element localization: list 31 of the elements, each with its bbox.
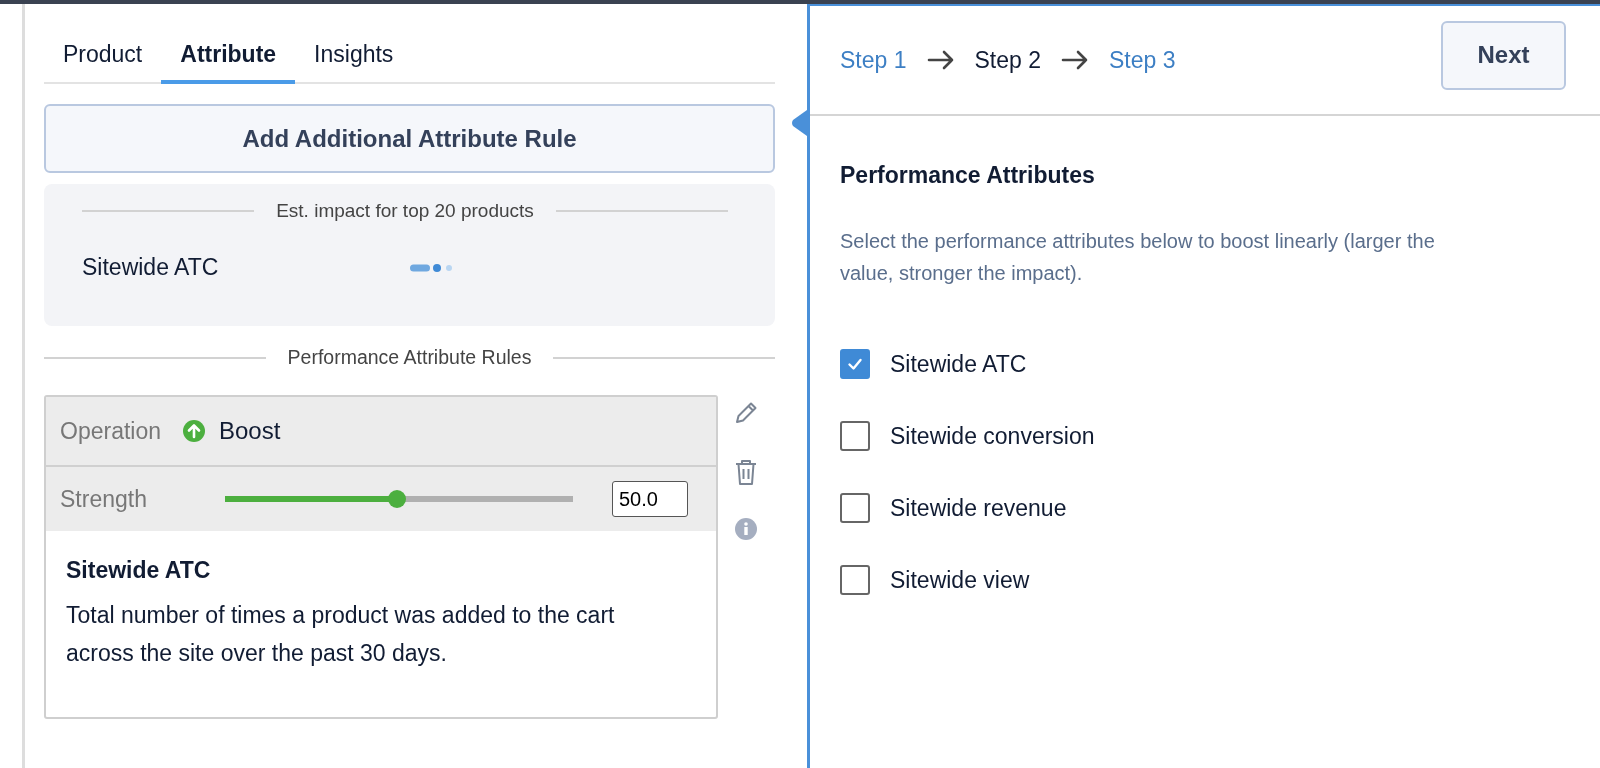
tab[interactable]: Attribute xyxy=(161,41,296,84)
attribute-name: Sitewide ATC xyxy=(82,254,220,281)
checkbox-label: Sitewide view xyxy=(890,566,1030,594)
arrow-right-icon xyxy=(926,50,955,70)
section-description: Select the performance attributes below to boost linearly (larger the value, stronger the impact). xyxy=(840,229,1436,286)
arrow-right-icon xyxy=(1061,50,1089,70)
checkbox[interactable] xyxy=(840,565,870,595)
strength-label: Strength xyxy=(60,485,148,513)
checkbox-label: Sitewide ATC xyxy=(890,350,1027,378)
info-icon[interactable] xyxy=(734,517,758,541)
impact-heading: Est. impact for top 20 products xyxy=(276,200,534,222)
next-button[interactable]: Next xyxy=(1441,20,1566,90)
step-link[interactable]: Step 3 xyxy=(1109,46,1176,74)
attribute-title: Sitewide ATC xyxy=(66,557,212,584)
arrow-up-circle-icon xyxy=(183,420,205,442)
checkbox-label: Sitewide revenue xyxy=(890,494,1067,522)
strength-input[interactable]: 50.0 xyxy=(612,481,688,517)
operation-label: Operation xyxy=(60,417,161,445)
attribute-description: Total number of times a product was added to the cart across the site over the past 30 days. xyxy=(66,601,616,668)
tab[interactable]: Product xyxy=(44,41,162,84)
step-link[interactable]: Step 1 xyxy=(840,46,907,74)
tab[interactable]: Insights xyxy=(295,41,413,84)
checkbox[interactable] xyxy=(840,349,870,379)
checkbox[interactable] xyxy=(840,493,870,523)
section-heading: Performance Attribute Rules xyxy=(287,346,532,369)
add-rule-button[interactable]: Add Additional Attribute Rule xyxy=(44,104,775,173)
checkbox[interactable] xyxy=(840,421,870,451)
operation-value: Boost xyxy=(219,417,281,445)
loading-dots-icon xyxy=(410,262,454,273)
checkbox-label: Sitewide conversion xyxy=(890,422,1095,450)
section-title: Performance Attributes xyxy=(840,162,1096,189)
